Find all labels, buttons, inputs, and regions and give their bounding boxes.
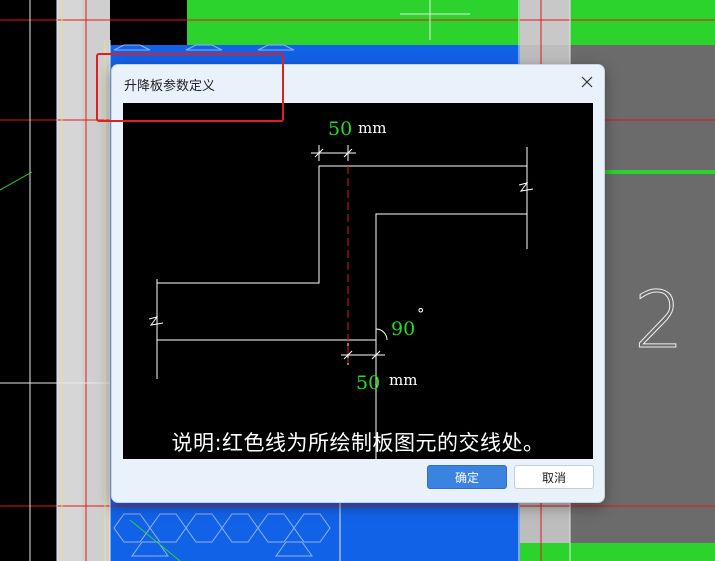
dim-bottom-unit: mm xyxy=(389,371,417,389)
diagram-caption: 说明:红色线为所绘制板图元的交线处。 xyxy=(171,431,545,455)
close-button[interactable] xyxy=(576,71,598,93)
preview-diagram: 50 mm 50 mm 90 ° 说明:红色线为所绘制板图元的交线处。 xyxy=(123,103,593,459)
ok-button[interactable]: 确定 xyxy=(427,465,507,489)
page-number: 2 xyxy=(634,276,685,367)
dim-top-value: 50 xyxy=(328,118,352,140)
raise-lower-slab-dialog: 升降板参数定义 50 mm 50 mm 90 ° 说明:红色线为所绘制板图元的交… xyxy=(111,64,605,503)
highlight-box xyxy=(96,53,284,122)
angle-unit: ° xyxy=(417,305,425,323)
angle-value: 90 xyxy=(391,318,415,340)
dim-bottom-value: 50 xyxy=(356,372,380,394)
dim-top-unit: mm xyxy=(358,119,386,137)
cancel-button[interactable]: 取消 xyxy=(514,465,594,489)
slab-section-diagram: 50 mm 50 mm 90 ° xyxy=(148,118,534,459)
close-icon xyxy=(581,76,593,88)
